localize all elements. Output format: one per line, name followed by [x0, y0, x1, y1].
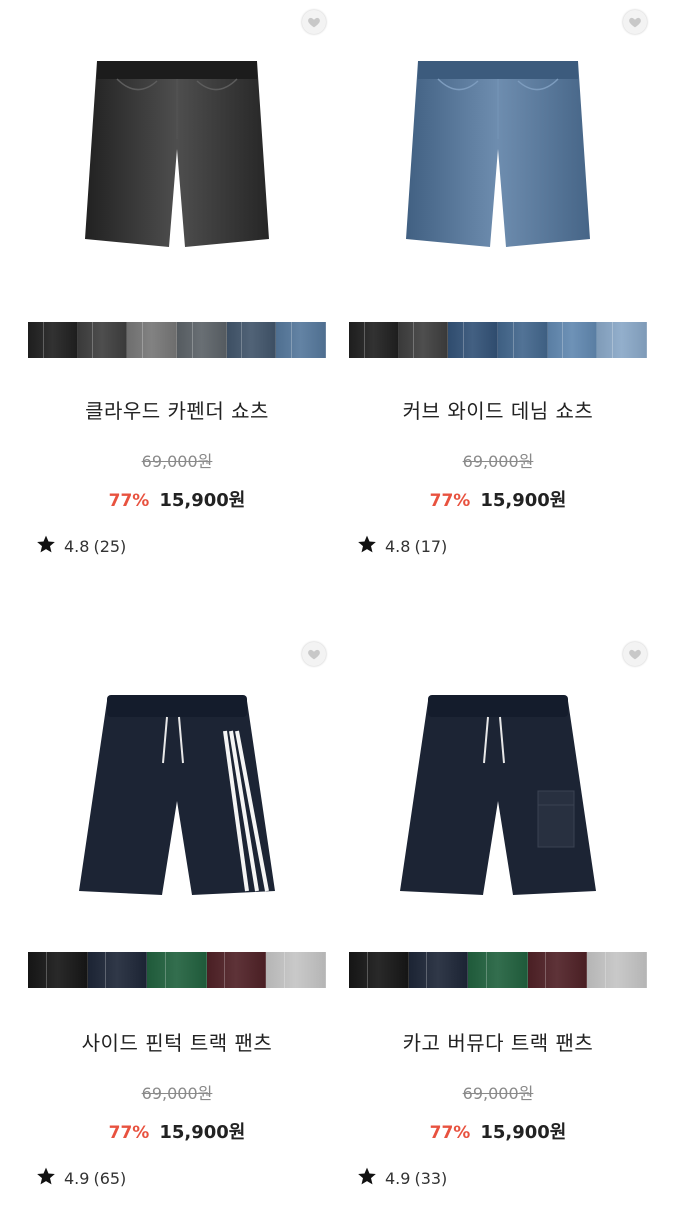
- color-swatch[interactable]: [127, 322, 178, 358]
- review-count: (25): [93, 536, 127, 556]
- review-count: (33): [414, 1168, 448, 1188]
- color-swatches: [349, 322, 647, 358]
- color-swatch[interactable]: [28, 952, 88, 988]
- color-swatch[interactable]: [77, 322, 128, 358]
- rating: 4.9 (65): [36, 1166, 126, 1190]
- rating-value: 4.9: [64, 1168, 90, 1188]
- color-swatches: [28, 952, 326, 988]
- color-swatches: [349, 952, 647, 988]
- discount-percent: 77%: [429, 1123, 471, 1143]
- color-swatch[interactable]: [398, 322, 449, 358]
- shorts-illustration: [85, 61, 269, 247]
- price-line: 77% 15,900원: [349, 486, 647, 512]
- rating: 4.9 (33): [357, 1166, 447, 1190]
- discount-percent: 77%: [429, 491, 471, 511]
- sale-price: 15,900원: [159, 490, 246, 511]
- product-name[interactable]: 사이드 핀턱 트랙 팬츠: [28, 1027, 326, 1056]
- color-swatch[interactable]: [206, 952, 267, 988]
- price-line: 77% 15,900원: [28, 1118, 326, 1144]
- color-swatch[interactable]: [276, 322, 326, 358]
- product-image[interactable]: [28, 30, 326, 288]
- rating-value: 4.9: [385, 1168, 411, 1188]
- rating-value: 4.8: [385, 536, 411, 556]
- color-swatch[interactable]: [28, 322, 78, 358]
- product-name[interactable]: 클라우드 카펜더 쇼츠: [28, 395, 326, 424]
- product-card[interactable]: 사이드 핀턱 트랙 팬츠 69,000원 77% 15,900원 4.9 (65): [28, 632, 326, 1232]
- original-price: 69,000원: [462, 1084, 534, 1103]
- original-price: 69,000원: [462, 452, 534, 471]
- color-swatch[interactable]: [349, 322, 399, 358]
- product-name[interactable]: 카고 버뮤다 트랙 팬츠: [349, 1027, 647, 1056]
- rating-value: 4.8: [64, 536, 90, 556]
- star-icon: [36, 534, 64, 558]
- star-icon: [357, 534, 385, 558]
- price-line: 77% 15,900원: [28, 486, 326, 512]
- color-swatch[interactable]: [226, 322, 277, 358]
- color-swatch[interactable]: [349, 952, 409, 988]
- shorts-illustration: [400, 695, 596, 895]
- sale-price: 15,900원: [480, 490, 567, 511]
- color-swatch[interactable]: [147, 952, 207, 988]
- original-price: 69,000원: [141, 1084, 213, 1103]
- shorts-illustration: [406, 61, 590, 247]
- product-image[interactable]: [349, 30, 647, 288]
- star-icon: [36, 1166, 64, 1190]
- color-swatch[interactable]: [408, 952, 469, 988]
- color-swatch[interactable]: [498, 322, 548, 358]
- rating: 4.8 (17): [357, 534, 447, 558]
- product-grid: 클라우드 카펜더 쇼츠 69,000원 77% 15,900원 4.8 (25) …: [0, 0, 675, 1200]
- rating: 4.8 (25): [36, 534, 126, 558]
- review-count: (17): [414, 536, 448, 556]
- product-card[interactable]: 커브 와이드 데님 쇼츠 69,000원 77% 15,900원 4.8 (17): [349, 0, 647, 600]
- color-swatches: [28, 322, 326, 358]
- color-swatch[interactable]: [527, 952, 588, 988]
- price-line: 77% 15,900원: [349, 1118, 647, 1144]
- product-image[interactable]: [28, 662, 326, 920]
- original-price: 69,000원: [141, 452, 213, 471]
- discount-percent: 77%: [108, 491, 150, 511]
- color-swatch[interactable]: [597, 322, 647, 358]
- product-image[interactable]: [349, 662, 647, 920]
- sale-price: 15,900원: [480, 1122, 567, 1143]
- color-swatch[interactable]: [547, 322, 598, 358]
- color-swatch[interactable]: [468, 952, 528, 988]
- product-card[interactable]: 클라우드 카펜더 쇼츠 69,000원 77% 15,900원 4.8 (25): [28, 0, 326, 600]
- color-swatch[interactable]: [448, 322, 499, 358]
- product-card[interactable]: 카고 버뮤다 트랙 팬츠 69,000원 77% 15,900원 4.9 (33): [349, 632, 647, 1232]
- color-swatch[interactable]: [587, 952, 647, 988]
- color-swatch[interactable]: [177, 322, 227, 358]
- review-count: (65): [93, 1168, 127, 1188]
- sale-price: 15,900원: [159, 1122, 246, 1143]
- discount-percent: 77%: [108, 1123, 150, 1143]
- shorts-illustration: [79, 695, 275, 895]
- color-swatch[interactable]: [87, 952, 148, 988]
- product-name[interactable]: 커브 와이드 데님 쇼츠: [349, 395, 647, 424]
- color-swatch[interactable]: [266, 952, 326, 988]
- star-icon: [357, 1166, 385, 1190]
